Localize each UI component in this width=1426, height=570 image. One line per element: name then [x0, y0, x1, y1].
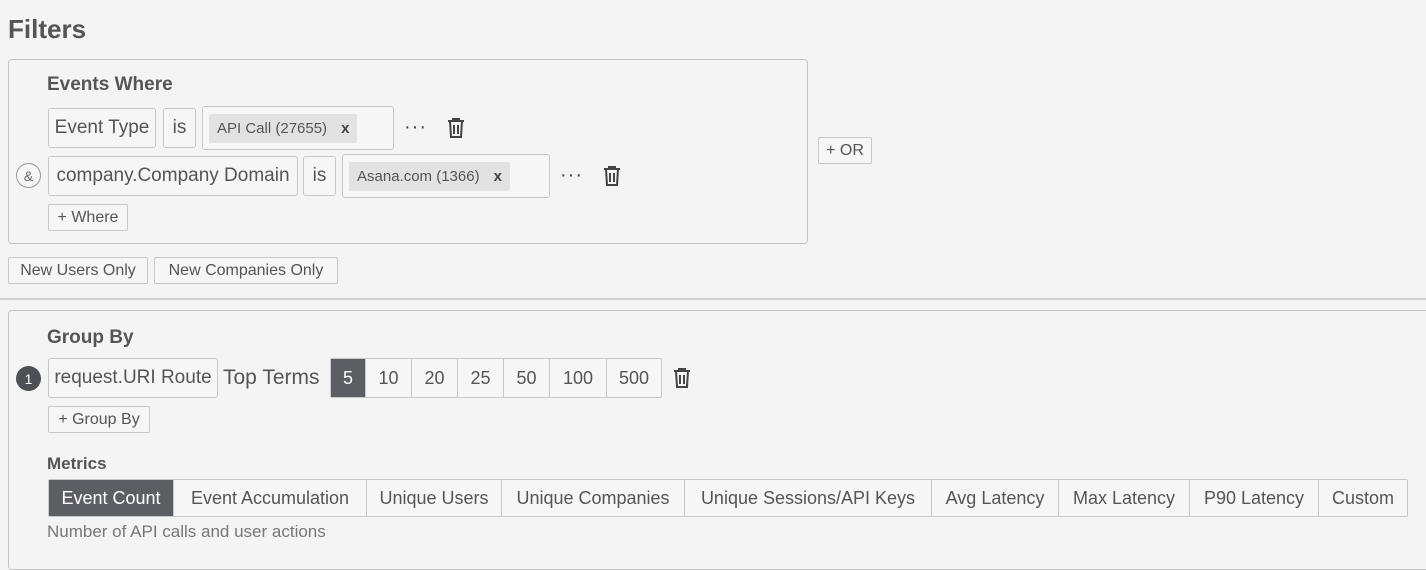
section-divider — [0, 298, 1426, 300]
top-terms-option[interactable]: 500 — [606, 359, 661, 397]
events-where-heading: Events Where — [47, 74, 173, 95]
new-companies-only-toggle[interactable]: New Companies Only — [154, 257, 338, 284]
metric-description: Number of API calls and user actions — [47, 522, 326, 541]
group-by-field[interactable]: request.URI Route — [48, 358, 218, 398]
value-chip: API Call (27655) x — [209, 113, 358, 143]
more-icon[interactable]: ··· — [404, 117, 427, 137]
add-or-button[interactable]: + OR — [818, 137, 872, 164]
metrics-heading: Metrics — [47, 454, 107, 473]
trash-icon[interactable] — [445, 116, 467, 140]
more-icon[interactable]: ··· — [560, 165, 583, 185]
metric-option-event-accumulation[interactable]: Event Accumulation — [173, 480, 366, 516]
metric-option-unique-companies[interactable]: Unique Companies — [501, 480, 684, 516]
and-joiner-icon: & — [16, 163, 41, 188]
trash-icon[interactable] — [601, 164, 623, 188]
event-type-field[interactable]: Event Type — [48, 108, 156, 148]
page-title: Filters — [8, 14, 87, 44]
top-terms-option[interactable]: 10 — [365, 359, 411, 397]
metric-option-custom[interactable]: Custom — [1318, 480, 1407, 516]
value-chip: Asana.com (1366) x — [349, 161, 510, 191]
trash-icon[interactable] — [671, 366, 693, 390]
metric-option-p90-latency[interactable]: P90 Latency — [1189, 480, 1318, 516]
chip-label: API Call (27655) — [217, 119, 328, 137]
company-domain-values-field[interactable]: Asana.com (1366) x — [342, 154, 550, 198]
metrics-selector: Event Count Event Accumulation Unique Us… — [48, 479, 1408, 517]
top-terms-option[interactable]: 20 — [411, 359, 457, 397]
company-domain-field[interactable]: company.Company Domain — [48, 156, 298, 196]
metric-option-event-count[interactable]: Event Count — [49, 480, 173, 516]
top-terms-label: Top Terms — [223, 366, 320, 389]
remove-chip-icon[interactable]: x — [341, 120, 349, 137]
new-users-only-toggle[interactable]: New Users Only — [8, 257, 148, 284]
metric-option-unique-users[interactable]: Unique Users — [366, 480, 501, 516]
top-terms-option[interactable]: 100 — [549, 359, 606, 397]
top-terms-selector: 5 10 20 25 50 100 500 — [330, 358, 662, 398]
add-group-by-button[interactable]: + Group By — [48, 406, 150, 433]
top-terms-option[interactable]: 50 — [503, 359, 549, 397]
operator-is-1[interactable]: is — [163, 108, 196, 148]
metric-option-avg-latency[interactable]: Avg Latency — [931, 480, 1058, 516]
metric-option-max-latency[interactable]: Max Latency — [1058, 480, 1189, 516]
metric-option-unique-sessions[interactable]: Unique Sessions/API Keys — [684, 480, 931, 516]
event-type-values-field[interactable]: API Call (27655) x — [202, 106, 394, 150]
top-terms-option[interactable]: 25 — [457, 359, 503, 397]
group-by-heading: Group By — [47, 327, 134, 348]
operator-is-2[interactable]: is — [303, 156, 336, 196]
top-terms-option[interactable]: 5 — [331, 359, 365, 397]
add-where-button[interactable]: + Where — [48, 204, 128, 231]
remove-chip-icon[interactable]: x — [494, 168, 502, 185]
chip-label: Asana.com (1366) — [357, 167, 480, 185]
group-index-badge: 1 — [16, 366, 41, 391]
